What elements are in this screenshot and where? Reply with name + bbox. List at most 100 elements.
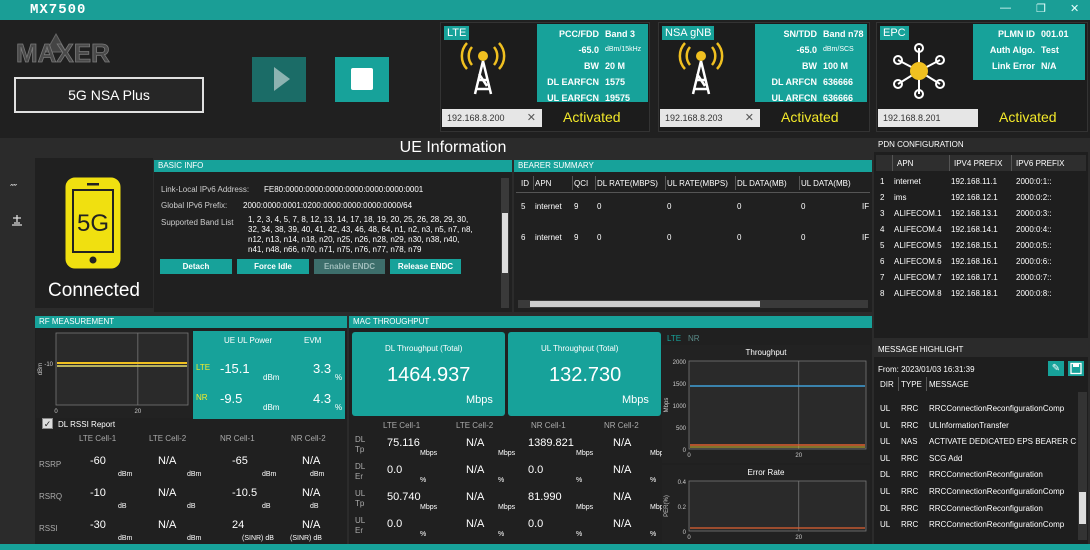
tab-nr[interactable]: NR (688, 334, 700, 343)
mac-row-label-part: Er (355, 526, 363, 535)
bands-list: 1, 2, 3, 4, 5, 7, 8, 12, 13, 14, 17, 18,… (248, 215, 473, 255)
rf-col-header: LTE Cell-2 (149, 434, 187, 443)
pdn-cell: ALIFECOM.8 (894, 289, 942, 298)
nr-status: Activated (781, 109, 839, 125)
rf-cell-unit: dBm (262, 471, 277, 478)
pdn-cell: 2000:0:4:: (1016, 225, 1052, 234)
bearer-col-header: APN (535, 179, 552, 188)
mac-cell-unit: % (498, 531, 505, 538)
mac-cell-value: 50.740 (387, 491, 421, 503)
rssi-report-checkbox[interactable]: ✓ (42, 418, 53, 429)
pdn-cell: 7 (880, 273, 885, 282)
rf-cell-unit: dBm (118, 471, 133, 478)
minimize-icon[interactable]: — (1000, 2, 1011, 14)
rf-header: RF MEASUREMENT (35, 316, 347, 328)
release-endc-button[interactable]: Release ENDC (390, 259, 461, 274)
bearer-cell: IF (862, 233, 870, 242)
pdn-cell: 6 (880, 257, 885, 266)
status-strip (0, 544, 1090, 550)
rf-cell-unit: dB (262, 503, 271, 510)
x-tick-label: 20 (795, 535, 802, 541)
tab-lte[interactable]: LTE (667, 334, 681, 343)
nr-value-0: Band n78 (823, 29, 864, 39)
nr-label: NSA gNB (662, 26, 715, 40)
msg-cell: RRCConnectionReconfiguration (929, 503, 1043, 513)
pdn-cell: ALIFECOM.4 (894, 225, 942, 234)
pdn-cell: ALIFECOM.7 (894, 273, 942, 282)
mac-header: MAC THROUGHPUT (349, 316, 872, 328)
lte-status: Activated (563, 109, 621, 125)
epc-ip-input[interactable]: 192.168.8.201 (878, 109, 978, 127)
y-tick-label: 1000 (673, 404, 687, 410)
msg-cell: UL (880, 453, 891, 463)
mac-row-label-part: UL (355, 516, 366, 525)
bands-line: n12, n13, n14, n18, n20, n25, n26, n28, … (248, 235, 460, 244)
broom-icon: ✎ (1051, 363, 1061, 374)
lte-ip-input[interactable]: 192.168.8.200 ✕ (442, 109, 542, 127)
clean-button[interactable]: ✎ (1048, 361, 1064, 376)
bearer-hscroll[interactable] (518, 300, 868, 308)
msg-header: MESSAGE HIGHLIGHT (874, 344, 1088, 356)
lte-key-2: BW (584, 61, 599, 71)
mac-col-header: NR Cell-2 (604, 421, 639, 430)
mac-cell-unit: % (498, 477, 505, 484)
signal-icon[interactable]: ⁗ (10, 182, 17, 195)
basic-info-scroll-thumb[interactable] (502, 213, 508, 273)
pdn-cell: 192.168.15.1 (951, 241, 998, 250)
ipv6-label: Link-Local IPv6 Address: (161, 185, 250, 194)
bearer-cell: IF (862, 202, 870, 211)
rf-cell-unit: dB (310, 503, 319, 510)
force-idle-button[interactable]: Force Idle (237, 259, 309, 274)
bearer-cell: 0 (801, 233, 806, 242)
phone-5g-text: 5G (77, 210, 109, 237)
basic-info-scrollbar[interactable] (501, 178, 509, 308)
antenna-icon[interactable] (10, 213, 24, 227)
rf-nr-label: NR (196, 393, 208, 402)
bearer-col-divider (572, 176, 573, 190)
mac-cell-value: 0.0 (528, 464, 544, 476)
bearer-col-header: DL RATE(MBPS) (597, 179, 658, 188)
enable-endc-button[interactable]: Enable ENDC (314, 259, 385, 274)
lte-value-4: 19575 (605, 93, 631, 103)
mac-cell-unit: % (650, 477, 657, 484)
mac-row-label-part: DL (355, 462, 366, 471)
nr-clear-icon[interactable]: ✕ (745, 109, 754, 127)
bearer-hscroll-thumb[interactable] (530, 301, 760, 307)
bearer-cell: 9 (574, 233, 579, 242)
msg-scrollbar[interactable] (1078, 392, 1087, 540)
msg-from: From: 2023/01/03 16:31:39 (878, 365, 975, 374)
nr-ip-input[interactable]: 192.168.8.203 ✕ (660, 109, 760, 127)
lte-value-0: Band 3 (605, 29, 636, 39)
rf-row-label: RSRP (39, 460, 62, 469)
rf-rssi-chart: 0 20dBm -10 (36, 330, 192, 418)
detach-button[interactable]: Detach (160, 259, 232, 274)
epc-key-0: PLMN ID (998, 29, 1035, 39)
play-button[interactable] (252, 57, 306, 102)
rf-cell-unit: dBm (310, 471, 325, 478)
close-icon[interactable]: ✕ (1070, 2, 1079, 15)
msg-cell: RRC (901, 503, 919, 513)
mac-cell-value: N/A (466, 437, 485, 449)
mac-cell-unit: % (420, 477, 427, 484)
mac-row-label: DL Tp (355, 435, 365, 455)
msg-scroll-thumb[interactable] (1079, 492, 1086, 524)
mac-cell-value: N/A (613, 464, 632, 476)
bearer-cell: 0 (737, 233, 742, 242)
restore-icon[interactable]: ❐ (1036, 2, 1046, 15)
y-axis-label: PER(%) (664, 495, 670, 517)
rssi-report-label: DL RSSI Report (58, 420, 116, 429)
mac-col-header: LTE Cell-2 (456, 421, 494, 430)
stop-button[interactable] (335, 57, 389, 102)
mac-cell-unit: % (576, 531, 583, 538)
ul-tp-title: UL Throughput (Total) (541, 344, 619, 353)
lte-key-3: DL EARFCN (547, 77, 599, 87)
mac-cell-value: 75.116 (387, 437, 420, 449)
mac-row-label-part: UL (355, 489, 366, 498)
nr-tower-icon (678, 42, 724, 95)
save-button[interactable] (1068, 361, 1084, 376)
nr-value-4: 636666 (823, 93, 854, 103)
lte-clear-icon[interactable]: ✕ (527, 109, 536, 127)
pdn-cell: 192.168.17.1 (951, 273, 998, 282)
rf-col-header: NR Cell-2 (291, 434, 326, 443)
maxer-logo: MAXER (16, 32, 111, 68)
